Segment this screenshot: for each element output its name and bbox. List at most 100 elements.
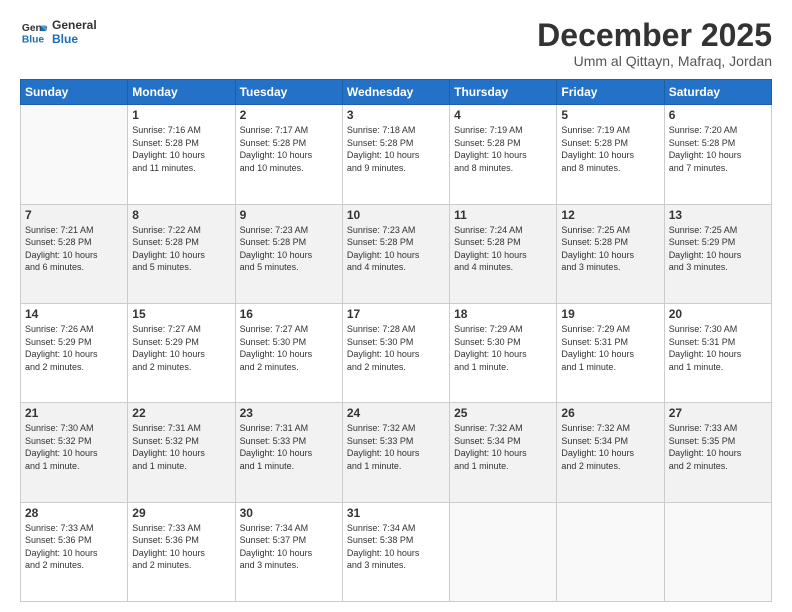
day-number: 28 <box>25 506 123 520</box>
table-row: 8 Sunrise: 7:22 AM Sunset: 5:28 PM Daylig… <box>128 204 235 303</box>
day-number: 31 <box>347 506 445 520</box>
table-row: 21 Sunrise: 7:30 AM Sunset: 5:32 PM Dayli… <box>21 403 128 502</box>
day-number: 23 <box>240 406 338 420</box>
table-row: 29 Sunrise: 7:33 AM Sunset: 5:36 PM Dayli… <box>128 502 235 601</box>
day-number: 17 <box>347 307 445 321</box>
day-info: Sunrise: 7:33 AM Sunset: 5:35 PM Dayligh… <box>669 422 767 472</box>
day-number: 12 <box>561 208 659 222</box>
logo-icon: General Blue <box>20 18 48 46</box>
table-row <box>664 502 771 601</box>
day-info: Sunrise: 7:22 AM Sunset: 5:28 PM Dayligh… <box>132 224 230 274</box>
table-row: 16 Sunrise: 7:27 AM Sunset: 5:30 PM Dayli… <box>235 303 342 402</box>
table-row: 6 Sunrise: 7:20 AM Sunset: 5:28 PM Daylig… <box>664 105 771 204</box>
calendar-week-row: 21 Sunrise: 7:30 AM Sunset: 5:32 PM Dayli… <box>21 403 772 502</box>
day-info: Sunrise: 7:34 AM Sunset: 5:38 PM Dayligh… <box>347 522 445 572</box>
day-info: Sunrise: 7:25 AM Sunset: 5:28 PM Dayligh… <box>561 224 659 274</box>
table-row: 2Sunrise: 7:17 AM Sunset: 5:28 PM Daylig… <box>235 105 342 204</box>
day-info: Sunrise: 7:29 AM Sunset: 5:31 PM Dayligh… <box>561 323 659 373</box>
day-number: 24 <box>347 406 445 420</box>
day-info: Sunrise: 7:26 AM Sunset: 5:29 PM Dayligh… <box>25 323 123 373</box>
day-number: 8 <box>132 208 230 222</box>
day-info: Sunrise: 7:24 AM Sunset: 5:28 PM Dayligh… <box>454 224 552 274</box>
calendar-week-row: 14 Sunrise: 7:26 AM Sunset: 5:29 PM Dayli… <box>21 303 772 402</box>
svg-text:Blue: Blue <box>22 34 45 45</box>
table-row <box>557 502 664 601</box>
header-thursday: Thursday <box>450 80 557 105</box>
day-info: Sunrise: 7:33 AM Sunset: 5:36 PM Dayligh… <box>25 522 123 572</box>
day-number: 18 <box>454 307 552 321</box>
day-info: Sunrise: 7:23 AM Sunset: 5:28 PM Dayligh… <box>240 224 338 274</box>
day-info: Sunrise: 7:33 AM Sunset: 5:36 PM Dayligh… <box>132 522 230 572</box>
table-row: 26Sunrise: 7:32 AM Sunset: 5:34 PM Dayli… <box>557 403 664 502</box>
day-number: 6 <box>669 108 767 122</box>
day-info: Sunrise: 7:31 AM Sunset: 5:33 PM Dayligh… <box>240 422 338 472</box>
day-number: 15 <box>132 307 230 321</box>
day-number: 14 <box>25 307 123 321</box>
header-monday: Monday <box>128 80 235 105</box>
header: General Blue General Blue December 2025 … <box>20 18 772 69</box>
logo: General Blue General Blue <box>20 18 97 46</box>
day-number: 27 <box>669 406 767 420</box>
logo-wordmark: General Blue <box>52 18 97 46</box>
day-info: Sunrise: 7:27 AM Sunset: 5:30 PM Dayligh… <box>240 323 338 373</box>
table-row: 30Sunrise: 7:34 AM Sunset: 5:37 PM Dayli… <box>235 502 342 601</box>
table-row: 3 Sunrise: 7:18 AM Sunset: 5:28 PM Daylig… <box>342 105 449 204</box>
day-info: Sunrise: 7:31 AM Sunset: 5:32 PM Dayligh… <box>132 422 230 472</box>
day-info: Sunrise: 7:30 AM Sunset: 5:31 PM Dayligh… <box>669 323 767 373</box>
table-row: 23 Sunrise: 7:31 AM Sunset: 5:33 PM Dayli… <box>235 403 342 502</box>
day-info: Sunrise: 7:16 AM Sunset: 5:28 PM Dayligh… <box>132 124 230 174</box>
table-row: 9Sunrise: 7:23 AM Sunset: 5:28 PM Daylig… <box>235 204 342 303</box>
table-row: 19 Sunrise: 7:29 AM Sunset: 5:31 PM Dayli… <box>557 303 664 402</box>
day-info: Sunrise: 7:28 AM Sunset: 5:30 PM Dayligh… <box>347 323 445 373</box>
day-info: Sunrise: 7:32 AM Sunset: 5:34 PM Dayligh… <box>561 422 659 472</box>
table-row: 12 Sunrise: 7:25 AM Sunset: 5:28 PM Dayli… <box>557 204 664 303</box>
day-info: Sunrise: 7:19 AM Sunset: 5:28 PM Dayligh… <box>454 124 552 174</box>
day-number: 20 <box>669 307 767 321</box>
day-info: Sunrise: 7:19 AM Sunset: 5:28 PM Dayligh… <box>561 124 659 174</box>
header-sunday: Sunday <box>21 80 128 105</box>
calendar-table: Sunday Monday Tuesday Wednesday Thursday… <box>20 79 772 602</box>
day-number: 16 <box>240 307 338 321</box>
table-row: 22 Sunrise: 7:31 AM Sunset: 5:32 PM Dayli… <box>128 403 235 502</box>
day-number: 4 <box>454 108 552 122</box>
header-saturday: Saturday <box>664 80 771 105</box>
table-row: 4 Sunrise: 7:19 AM Sunset: 5:28 PM Daylig… <box>450 105 557 204</box>
header-friday: Friday <box>557 80 664 105</box>
calendar-week-row: 1 Sunrise: 7:16 AM Sunset: 5:28 PM Daylig… <box>21 105 772 204</box>
day-info: Sunrise: 7:23 AM Sunset: 5:28 PM Dayligh… <box>347 224 445 274</box>
table-row: 25 Sunrise: 7:32 AM Sunset: 5:34 PM Dayli… <box>450 403 557 502</box>
day-number: 13 <box>669 208 767 222</box>
table-row: 24 Sunrise: 7:32 AM Sunset: 5:33 PM Dayli… <box>342 403 449 502</box>
day-number: 21 <box>25 406 123 420</box>
table-row <box>21 105 128 204</box>
day-info: Sunrise: 7:34 AM Sunset: 5:37 PM Dayligh… <box>240 522 338 572</box>
day-info: Sunrise: 7:32 AM Sunset: 5:34 PM Dayligh… <box>454 422 552 472</box>
calendar-body: 1 Sunrise: 7:16 AM Sunset: 5:28 PM Daylig… <box>21 105 772 602</box>
day-info: Sunrise: 7:25 AM Sunset: 5:29 PM Dayligh… <box>669 224 767 274</box>
table-row: 18 Sunrise: 7:29 AM Sunset: 5:30 PM Dayli… <box>450 303 557 402</box>
table-row <box>450 502 557 601</box>
day-number: 3 <box>347 108 445 122</box>
table-row: 20 Sunrise: 7:30 AM Sunset: 5:31 PM Dayli… <box>664 303 771 402</box>
day-number: 1 <box>132 108 230 122</box>
day-info: Sunrise: 7:29 AM Sunset: 5:30 PM Dayligh… <box>454 323 552 373</box>
table-row: 14 Sunrise: 7:26 AM Sunset: 5:29 PM Dayli… <box>21 303 128 402</box>
day-info: Sunrise: 7:32 AM Sunset: 5:33 PM Dayligh… <box>347 422 445 472</box>
day-number: 22 <box>132 406 230 420</box>
table-row: 11Sunrise: 7:24 AM Sunset: 5:28 PM Dayli… <box>450 204 557 303</box>
header-wednesday: Wednesday <box>342 80 449 105</box>
month-title: December 2025 <box>537 18 772 53</box>
table-row: 10 Sunrise: 7:23 AM Sunset: 5:28 PM Dayli… <box>342 204 449 303</box>
day-info: Sunrise: 7:30 AM Sunset: 5:32 PM Dayligh… <box>25 422 123 472</box>
day-number: 19 <box>561 307 659 321</box>
table-row: 27 Sunrise: 7:33 AM Sunset: 5:35 PM Dayli… <box>664 403 771 502</box>
weekday-header-row: Sunday Monday Tuesday Wednesday Thursday… <box>21 80 772 105</box>
day-info: Sunrise: 7:20 AM Sunset: 5:28 PM Dayligh… <box>669 124 767 174</box>
day-info: Sunrise: 7:18 AM Sunset: 5:28 PM Dayligh… <box>347 124 445 174</box>
day-number: 10 <box>347 208 445 222</box>
table-row: 7Sunrise: 7:21 AM Sunset: 5:28 PM Daylig… <box>21 204 128 303</box>
page: General Blue General Blue December 2025 … <box>0 0 792 612</box>
day-number: 29 <box>132 506 230 520</box>
day-number: 25 <box>454 406 552 420</box>
table-row: 17 Sunrise: 7:28 AM Sunset: 5:30 PM Dayli… <box>342 303 449 402</box>
